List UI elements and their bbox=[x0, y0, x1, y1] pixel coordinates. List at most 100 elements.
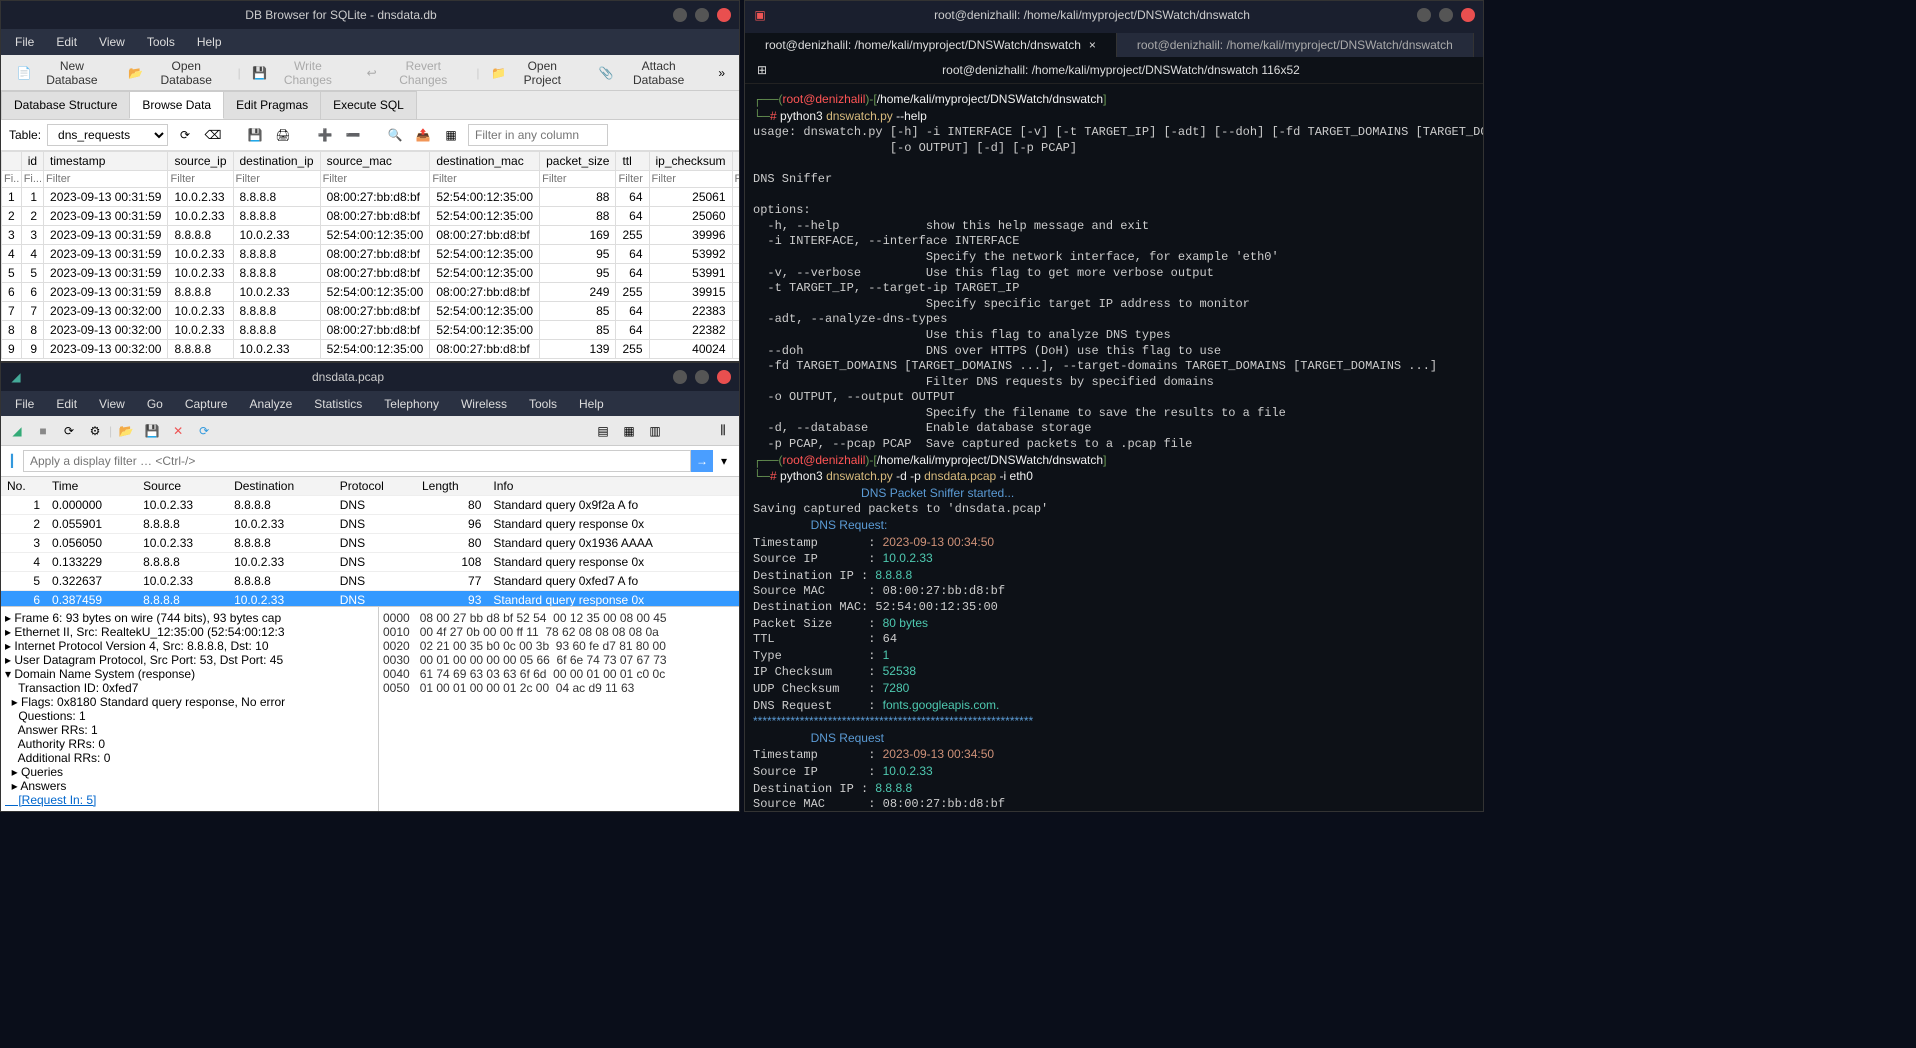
filter-any-column-input[interactable] bbox=[468, 124, 608, 146]
column-header[interactable]: No. bbox=[1, 477, 46, 496]
tree-line[interactable]: Additional RRs: 0 bbox=[5, 751, 374, 765]
tree-line[interactable]: ▸ Flags: 0x8180 Standard query response,… bbox=[5, 695, 374, 709]
table-row[interactable]: 662023-09-13 00:31:598.8.8.810.0.2.3352:… bbox=[2, 283, 740, 302]
menu-edit[interactable]: Edit bbox=[46, 31, 87, 53]
close-icon[interactable] bbox=[717, 8, 731, 22]
tab-browse-data[interactable]: Browse Data bbox=[129, 91, 224, 119]
menu-file[interactable]: File bbox=[5, 31, 44, 53]
menu-tools[interactable]: Tools bbox=[519, 393, 567, 415]
column-header[interactable]: packet_size bbox=[540, 152, 616, 171]
open-database-button[interactable]: 📂Open Database bbox=[121, 55, 234, 91]
hex-view[interactable]: 0000 08 00 27 bb d8 bf 52 54 00 12 35 00… bbox=[379, 607, 739, 811]
menu-capture[interactable]: Capture bbox=[175, 393, 238, 415]
column-filter[interactable] bbox=[321, 171, 430, 187]
reload-icon[interactable]: ⟳ bbox=[192, 419, 216, 443]
menu-edit[interactable]: Edit bbox=[46, 393, 87, 415]
column-header[interactable]: id bbox=[21, 152, 43, 171]
close-icon[interactable] bbox=[1461, 8, 1475, 22]
menu-go[interactable]: Go bbox=[137, 393, 173, 415]
column-header[interactable]: Length bbox=[416, 477, 487, 496]
tree-line[interactable]: Authority RRs: 0 bbox=[5, 737, 374, 751]
packet-row[interactable]: 20.0559018.8.8.810.0.2.33DNS96Standard q… bbox=[1, 515, 739, 534]
packet-row[interactable]: 30.05605010.0.2.338.8.8.8DNS80Standard q… bbox=[1, 534, 739, 553]
open-file-icon[interactable]: 📂 bbox=[114, 419, 138, 443]
minimize-icon[interactable] bbox=[673, 370, 687, 384]
tree-line[interactable]: Answer RRs: 1 bbox=[5, 723, 374, 737]
column-filter[interactable] bbox=[234, 171, 320, 187]
menu-help[interactable]: Help bbox=[187, 31, 232, 53]
term-titlebar[interactable]: ▣ root@denizhalil: /home/kali/myproject/… bbox=[745, 1, 1483, 29]
column-header[interactable]: Info bbox=[487, 477, 739, 496]
menu-analyze[interactable]: Analyze bbox=[240, 393, 303, 415]
table-row[interactable]: 332023-09-13 00:31:598.8.8.810.0.2.3352:… bbox=[2, 226, 740, 245]
print-icon[interactable]: 🖨 bbox=[272, 124, 294, 146]
db-titlebar[interactable]: DB Browser for SQLite - dnsdata.db bbox=[1, 1, 739, 29]
column-header[interactable]: Protocol bbox=[334, 477, 416, 496]
minimize-icon[interactable] bbox=[673, 8, 687, 22]
menu-help[interactable]: Help bbox=[569, 393, 614, 415]
tab-close-icon[interactable]: × bbox=[1089, 38, 1096, 52]
terminal-output[interactable]: ┌──(root@denizhalil)-[/home/kali/myproje… bbox=[745, 84, 1483, 811]
close-icon[interactable] bbox=[717, 370, 731, 384]
term-tab-2[interactable]: root@denizhalil: /home/kali/myproject/DN… bbox=[1117, 33, 1474, 57]
packet-row[interactable]: 60.3874598.8.8.810.0.2.33DNS93Standard q… bbox=[1, 591, 739, 606]
tab-execute-sql[interactable]: Execute SQL bbox=[320, 91, 417, 119]
insert-row-icon[interactable]: ➕ bbox=[314, 124, 336, 146]
column-header[interactable]: udp_ch bbox=[732, 152, 739, 171]
auto-scroll-icon[interactable]: ▦ bbox=[617, 419, 641, 443]
packet-tree[interactable]: ▸ Frame 6: 93 bytes on wire (744 bits), … bbox=[1, 607, 379, 811]
menu-file[interactable]: File bbox=[5, 393, 44, 415]
resize-columns-icon[interactable]: ⫼ bbox=[711, 419, 735, 443]
attach-database-button[interactable]: 📎Attach Database bbox=[591, 55, 708, 91]
refresh-icon[interactable]: ⟳ bbox=[174, 124, 196, 146]
column-filter[interactable] bbox=[44, 171, 167, 187]
table-row[interactable]: 552023-09-13 00:31:5910.0.2.338.8.8.808:… bbox=[2, 264, 740, 283]
column-filter[interactable] bbox=[540, 171, 615, 187]
write-changes-button[interactable]: 💾Write Changes bbox=[245, 55, 353, 91]
minimize-icon[interactable] bbox=[1417, 8, 1431, 22]
goto-icon[interactable]: 🔍 bbox=[384, 124, 406, 146]
table-row[interactable]: 772023-09-13 00:32:0010.0.2.338.8.8.808:… bbox=[2, 302, 740, 321]
column-header[interactable]: Source bbox=[137, 477, 228, 496]
table-row[interactable]: 882023-09-13 00:32:0010.0.2.338.8.8.808:… bbox=[2, 321, 740, 340]
bookmark-icon[interactable]: ▕▏ bbox=[5, 454, 19, 468]
close-file-icon[interactable]: ✕ bbox=[166, 419, 190, 443]
menu-view[interactable]: View bbox=[89, 31, 135, 53]
column-header[interactable]: source_ip bbox=[168, 152, 233, 171]
packet-row[interactable]: 40.1332298.8.8.810.0.2.33DNS108Standard … bbox=[1, 553, 739, 572]
column-header[interactable]: source_mac bbox=[320, 152, 430, 171]
save-file-icon[interactable]: 💾 bbox=[140, 419, 164, 443]
display-filter-input[interactable] bbox=[23, 450, 691, 472]
column-header[interactable] bbox=[2, 152, 22, 171]
stop-capture-icon[interactable]: ■ bbox=[31, 419, 55, 443]
column-header[interactable]: Time bbox=[46, 477, 137, 496]
column-header[interactable]: destination_ip bbox=[233, 152, 320, 171]
column-filter[interactable] bbox=[168, 171, 232, 187]
tree-line[interactable]: [Request In: 5] bbox=[5, 793, 374, 807]
zoom-icon[interactable]: ▥ bbox=[643, 419, 667, 443]
save-icon[interactable]: 💾 bbox=[244, 124, 266, 146]
column-header[interactable]: ttl bbox=[616, 152, 649, 171]
menu-tools[interactable]: Tools bbox=[137, 31, 185, 53]
maximize-icon[interactable] bbox=[1439, 8, 1453, 22]
split-icon[interactable]: ⊞ bbox=[755, 63, 769, 77]
ws-titlebar[interactable]: ◢ dnsdata.pcap bbox=[1, 363, 739, 391]
menu-telephony[interactable]: Telephony bbox=[374, 393, 449, 415]
menu-statistics[interactable]: Statistics bbox=[304, 393, 372, 415]
column-header[interactable]: ip_checksum bbox=[649, 152, 732, 171]
packet-list[interactable]: No.TimeSourceDestinationProtocolLengthIn… bbox=[1, 477, 739, 606]
column-header[interactable]: Destination bbox=[228, 477, 334, 496]
table-select[interactable]: dns_requests bbox=[47, 124, 168, 146]
table-row[interactable]: 112023-09-13 00:31:5910.0.2.338.8.8.808:… bbox=[2, 188, 740, 207]
db-table-content[interactable]: idtimestampsource_ipdestination_ipsource… bbox=[1, 151, 739, 361]
overflow-icon[interactable]: » bbox=[712, 66, 731, 80]
clear-filter-icon[interactable]: ⌫ bbox=[202, 124, 224, 146]
column-filter[interactable] bbox=[650, 171, 732, 187]
table-row[interactable]: 442023-09-13 00:31:5910.0.2.338.8.8.808:… bbox=[2, 245, 740, 264]
filter-dropdown-icon[interactable]: ▾ bbox=[713, 450, 735, 472]
tree-line[interactable]: Transaction ID: 0xfed7 bbox=[5, 681, 374, 695]
maximize-icon[interactable] bbox=[695, 8, 709, 22]
term-tab-1[interactable]: root@denizhalil: /home/kali/myproject/DN… bbox=[745, 33, 1117, 57]
tree-line[interactable]: ▸ Ethernet II, Src: RealtekU_12:35:00 (5… bbox=[5, 625, 374, 639]
column-header[interactable]: destination_mac bbox=[430, 152, 540, 171]
